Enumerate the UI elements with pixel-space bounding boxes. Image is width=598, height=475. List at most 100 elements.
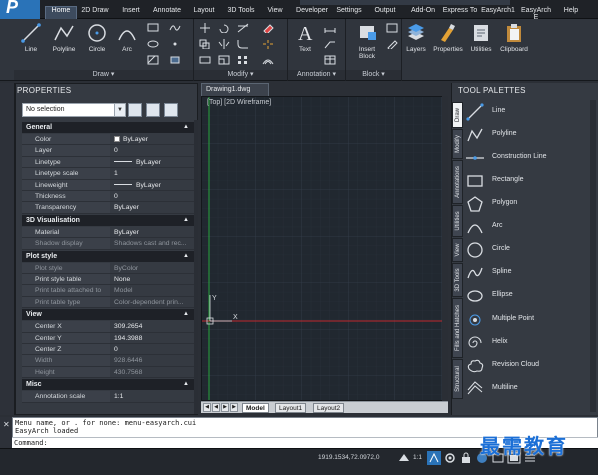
tab-developer[interactable]: Developer: [293, 7, 331, 19]
layers-button[interactable]: Layers: [404, 22, 428, 53]
property-row[interactable]: Layer 0: [22, 145, 194, 157]
property-row[interactable]: Print table type Color-dependent prin...: [22, 296, 194, 309]
property-section-header[interactable]: Misc ▲: [22, 379, 194, 391]
property-value[interactable]: Color-dependent prin...: [111, 297, 194, 307]
property-section-header[interactable]: View ▲: [22, 309, 194, 321]
properties-palette-strip[interactable]: [0, 83, 15, 415]
arc-tool-button[interactable]: Arc: [112, 22, 142, 53]
palette-tab-structural[interactable]: Structural: [452, 359, 463, 399]
rotate-icon[interactable]: [218, 23, 230, 33]
property-value[interactable]: 194.3988: [111, 333, 194, 343]
collapse-icon[interactable]: ▲: [183, 251, 189, 262]
annotation-group-label[interactable]: Annotation ▾: [288, 70, 345, 80]
tool-palettes-scrollbar[interactable]: [590, 100, 596, 412]
mirror-icon[interactable]: [218, 39, 230, 49]
lock-icon[interactable]: [459, 451, 473, 465]
tab-express-tools[interactable]: Express To: [442, 7, 478, 19]
properties-button[interactable]: Properties: [431, 22, 465, 53]
clipboard-button[interactable]: Clipboard: [497, 22, 531, 53]
tab-layout[interactable]: Layout: [190, 7, 218, 19]
palette-tab-view[interactable]: View: [452, 238, 463, 262]
utilities-button[interactable]: Utilities: [466, 22, 496, 53]
property-value[interactable]: ByLayer: [111, 180, 194, 190]
property-row[interactable]: Print style table None: [22, 274, 194, 286]
tab-easyarch-e[interactable]: EasyArch E: [518, 7, 554, 21]
select-objects-button[interactable]: [146, 103, 160, 117]
tab-view[interactable]: View: [264, 7, 286, 19]
annotation-scale[interactable]: 1:1: [413, 454, 422, 461]
property-row[interactable]: Lineweight ByLayer: [22, 179, 194, 191]
copy-icon[interactable]: [199, 39, 211, 49]
property-value[interactable]: 0: [111, 344, 194, 354]
hatch-icon[interactable]: [147, 55, 159, 65]
polyline-tool-button[interactable]: Polyline: [49, 22, 79, 53]
tab-model[interactable]: Model: [242, 403, 269, 413]
prev-layout-button[interactable]: ◀: [212, 403, 220, 412]
first-layout-button[interactable]: ◀: [203, 403, 211, 412]
tab-insert[interactable]: Insert: [118, 7, 144, 19]
explode-icon[interactable]: [262, 39, 274, 49]
property-section-header[interactable]: General ▲: [22, 122, 194, 133]
property-value[interactable]: ByColor: [111, 263, 194, 273]
collapse-icon[interactable]: ▲: [183, 122, 189, 133]
application-menu-button[interactable]: P: [0, 0, 40, 19]
selection-dropdown[interactable]: No selection ▼: [22, 103, 126, 117]
offset-icon[interactable]: [262, 55, 274, 65]
scale-icon[interactable]: [218, 55, 230, 65]
command-line-handle[interactable]: ✕: [0, 417, 12, 448]
tab-easyarch1[interactable]: EasyArch1: [480, 7, 516, 19]
palette-item-polyline[interactable]: Polyline: [466, 124, 586, 146]
palette-item-polygon[interactable]: Polygon: [466, 193, 586, 215]
insert-block-button[interactable]: Insert Block: [350, 22, 384, 60]
property-value[interactable]: 1:1: [111, 391, 194, 401]
property-value[interactable]: None: [111, 274, 194, 284]
tab-add-on[interactable]: Add-On: [408, 7, 438, 19]
tab-help[interactable]: Help: [560, 7, 582, 19]
collapse-icon[interactable]: ▲: [183, 309, 189, 320]
viewport-controls[interactable]: [Top] [2D Wireframe]: [207, 99, 271, 106]
tab-home[interactable]: Home: [45, 6, 77, 19]
ellipse-icon[interactable]: [147, 39, 159, 49]
palette-item-line[interactable]: Line: [466, 101, 586, 123]
palette-item-rectangle[interactable]: Rectangle: [466, 170, 586, 192]
toggle-pickadd-button[interactable]: [128, 103, 142, 117]
property-row[interactable]: Center X 309.2654: [22, 321, 194, 333]
drawing-canvas[interactable]: Y X [Top] [2D Wireframe]: [201, 96, 448, 401]
next-layout-button[interactable]: ▶: [221, 403, 229, 412]
stretch-icon[interactable]: [199, 55, 211, 65]
property-value[interactable]: 309.2654: [111, 321, 194, 331]
last-layout-button[interactable]: ▶: [230, 403, 238, 412]
collapse-icon[interactable]: ▲: [183, 379, 189, 390]
spline-icon[interactable]: [169, 23, 181, 33]
property-value[interactable]: Shadows cast and rec...: [111, 238, 194, 248]
property-row[interactable]: Linetype ByLayer: [22, 156, 194, 169]
property-value[interactable]: 1: [111, 168, 194, 178]
edit-block-icon[interactable]: [386, 39, 398, 49]
canvas-scrollbar[interactable]: [442, 96, 448, 401]
property-value[interactable]: ByLayer: [111, 134, 194, 144]
property-value[interactable]: 928.6446: [111, 355, 194, 365]
palette-tab-utilities[interactable]: Utilities: [452, 205, 463, 237]
property-row[interactable]: Transparency ByLayer: [22, 202, 194, 214]
tab-layout2[interactable]: Layout2: [313, 403, 345, 413]
tab-settings[interactable]: Settings: [334, 7, 364, 19]
array-icon[interactable]: [237, 55, 249, 65]
point-icon[interactable]: [169, 39, 181, 49]
collapse-icon[interactable]: ▲: [183, 215, 189, 226]
text-tool-button[interactable]: A Text: [290, 22, 320, 53]
circle-tool-button[interactable]: Circle: [82, 22, 112, 53]
property-row[interactable]: Annotation scale 1:1: [22, 391, 194, 403]
property-value[interactable]: 0: [111, 145, 194, 155]
property-row[interactable]: Width 928.6446: [22, 355, 194, 367]
property-value[interactable]: Model: [111, 285, 194, 295]
close-icon[interactable]: ✕: [3, 420, 10, 429]
palette-item-construction-line[interactable]: Construction Line: [466, 147, 586, 169]
rectangle-icon[interactable]: [147, 23, 159, 33]
property-row[interactable]: Color ByLayer: [22, 134, 194, 146]
palette-item-circle[interactable]: Circle: [466, 239, 586, 261]
property-value[interactable]: 430.7568: [111, 367, 194, 377]
palette-item-revision-cloud[interactable]: Revision Cloud: [466, 355, 586, 377]
fillet-icon[interactable]: [237, 39, 249, 49]
chevron-down-icon[interactable]: ▼: [114, 104, 125, 116]
palette-item-spline[interactable]: Spline: [466, 262, 586, 284]
